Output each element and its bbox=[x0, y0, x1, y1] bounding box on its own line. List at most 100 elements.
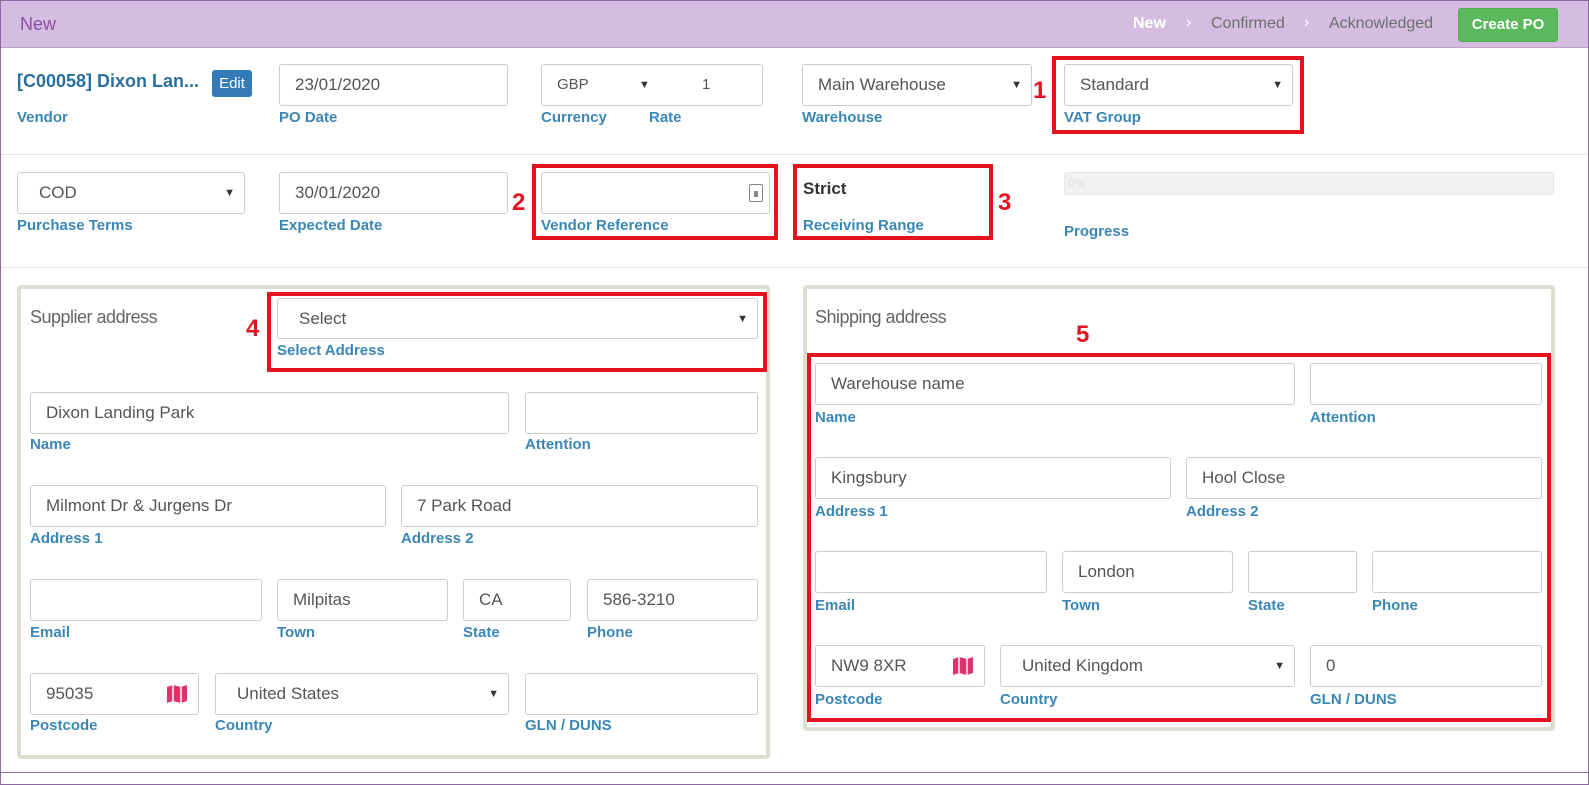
purchase-terms-select[interactable]: COD ▼ bbox=[17, 172, 245, 214]
warehouse-label: Warehouse bbox=[802, 109, 883, 126]
currency-rate-group: GBP ▼ 1 bbox=[541, 64, 763, 106]
annotation-number-4: 4 bbox=[246, 315, 260, 342]
annotation-number-5: 5 bbox=[1076, 321, 1090, 348]
progress-label: Progress bbox=[1064, 223, 1130, 240]
shipping-country-select[interactable]: United Kingdom ▼ bbox=[1000, 645, 1295, 687]
shipping-postcode-value: NW9 8XR bbox=[831, 656, 907, 675]
annotation-number-2: 2 bbox=[512, 189, 526, 216]
supplier-state-value: CA bbox=[479, 590, 503, 609]
supplier-name-input[interactable]: Dixon Landing Park bbox=[30, 392, 509, 434]
purchase-terms-label: Purchase Terms bbox=[17, 217, 133, 234]
progress-bar: 0% bbox=[1064, 172, 1554, 195]
bottom-border bbox=[1, 772, 1588, 773]
supplier-address1-value: Milmont Dr & Jurgens Dr bbox=[46, 496, 233, 515]
shipping-name-label: Name bbox=[815, 409, 856, 426]
shipping-address1-value: Kingsbury bbox=[831, 468, 907, 487]
supplier-town-value: Milpitas bbox=[293, 590, 351, 609]
supplier-country-value: United States bbox=[237, 684, 340, 703]
currency-label: Currency bbox=[541, 109, 607, 126]
caret-down-icon: ▼ bbox=[224, 187, 235, 199]
po-date-value: 23/01/2020 bbox=[295, 75, 381, 94]
shipping-phone-input[interactable] bbox=[1372, 551, 1542, 593]
shipping-postcode-input[interactable]: NW9 8XR bbox=[815, 645, 985, 687]
supplier-attention-input[interactable] bbox=[525, 392, 758, 434]
supplier-country-select[interactable]: United States ▼ bbox=[215, 673, 509, 715]
top-bar: New New › Confirmed › Acknowledged Creat… bbox=[1, 1, 1588, 48]
supplier-attention-label: Attention bbox=[525, 436, 591, 453]
expected-date-input[interactable]: 30/01/2020 bbox=[279, 172, 508, 214]
shipping-address2-input[interactable]: Hool Close bbox=[1186, 457, 1542, 499]
annotation-box-4 bbox=[267, 292, 767, 372]
shipping-email-input[interactable] bbox=[815, 551, 1047, 593]
shipping-address2-label: Address 2 bbox=[1186, 503, 1259, 520]
supplier-town-label: Town bbox=[277, 624, 316, 641]
shipping-address1-input[interactable]: Kingsbury bbox=[815, 457, 1171, 499]
purchase-terms-value: COD bbox=[39, 183, 77, 202]
supplier-email-input[interactable] bbox=[30, 579, 262, 621]
shipping-name-input[interactable]: Warehouse name bbox=[815, 363, 1295, 405]
row-divider bbox=[1, 267, 1588, 268]
shipping-address2-value: Hool Close bbox=[1202, 468, 1286, 487]
map-icon[interactable] bbox=[952, 656, 974, 676]
supplier-town-input[interactable]: Milpitas bbox=[277, 579, 448, 621]
caret-down-icon[interactable]: ▼ bbox=[639, 65, 650, 105]
step-new: New bbox=[1133, 15, 1166, 32]
supplier-country-label: Country bbox=[215, 717, 273, 734]
supplier-phone-input[interactable]: 586-3210 bbox=[587, 579, 758, 621]
shipping-postcode-label: Postcode bbox=[815, 691, 883, 708]
shipping-attention-input[interactable] bbox=[1310, 363, 1542, 405]
supplier-name-value: Dixon Landing Park bbox=[46, 403, 195, 422]
supplier-state-label: State bbox=[463, 624, 500, 641]
vendor-label: Vendor bbox=[17, 109, 68, 126]
shipping-state-input[interactable] bbox=[1248, 551, 1357, 593]
chevron-right-icon: › bbox=[1186, 14, 1192, 31]
caret-down-icon: ▼ bbox=[488, 688, 499, 700]
shipping-gln-value: 0 bbox=[1326, 656, 1336, 675]
annotation-number-1: 1 bbox=[1033, 77, 1047, 104]
chevron-right-icon: › bbox=[1304, 14, 1310, 31]
po-status-title: New bbox=[20, 14, 57, 34]
shipping-phone-label: Phone bbox=[1372, 597, 1418, 614]
supplier-address1-input[interactable]: Milmont Dr & Jurgens Dr bbox=[30, 485, 386, 527]
warehouse-value: Main Warehouse bbox=[818, 75, 946, 94]
supplier-address2-label: Address 2 bbox=[401, 530, 474, 547]
shipping-address1-label: Address 1 bbox=[815, 503, 888, 520]
row-divider bbox=[1, 154, 1588, 155]
caret-down-icon: ▼ bbox=[1274, 660, 1285, 672]
shipping-name-value: Warehouse name bbox=[831, 374, 965, 393]
po-date-input[interactable]: 23/01/2020 bbox=[279, 64, 508, 106]
expected-date-value: 30/01/2020 bbox=[295, 183, 381, 202]
shipping-country-label: Country bbox=[1000, 691, 1058, 708]
step-acknowledged[interactable]: Acknowledged bbox=[1329, 15, 1433, 33]
supplier-gln-input[interactable] bbox=[525, 673, 758, 715]
supplier-state-input[interactable]: CA bbox=[463, 579, 571, 621]
annotation-number-3: 3 bbox=[998, 189, 1012, 216]
shipping-town-input[interactable]: London bbox=[1062, 551, 1233, 593]
currency-value[interactable]: GBP bbox=[557, 76, 589, 93]
step-confirmed[interactable]: Confirmed bbox=[1211, 15, 1285, 33]
supplier-address-title: Supplier address bbox=[30, 307, 158, 327]
shipping-address-title: Shipping address bbox=[815, 307, 947, 327]
progress-value: 0% bbox=[1068, 176, 1086, 190]
rate-value[interactable]: 1 bbox=[702, 65, 710, 105]
supplier-postcode-value: 95035 bbox=[46, 684, 94, 703]
supplier-address2-input[interactable]: 7 Park Road bbox=[401, 485, 758, 527]
shipping-country-value: United Kingdom bbox=[1022, 656, 1143, 675]
create-po-button[interactable]: Create PO bbox=[1458, 8, 1558, 42]
supplier-postcode-input[interactable]: 95035 bbox=[30, 673, 199, 715]
shipping-state-label: State bbox=[1248, 597, 1285, 614]
supplier-postcode-label: Postcode bbox=[30, 717, 98, 734]
rate-label: Rate bbox=[649, 109, 682, 126]
supplier-phone-value: 586-3210 bbox=[603, 590, 675, 609]
shipping-town-label: Town bbox=[1062, 597, 1101, 614]
supplier-phone-label: Phone bbox=[587, 624, 633, 641]
warehouse-select[interactable]: Main Warehouse ▼ bbox=[802, 64, 1032, 106]
supplier-address2-value: 7 Park Road bbox=[417, 496, 512, 515]
shipping-gln-label: GLN / DUNS bbox=[1310, 691, 1397, 708]
shipping-email-label: Email bbox=[815, 597, 856, 614]
edit-vendor-button[interactable]: Edit bbox=[212, 70, 252, 97]
map-icon[interactable] bbox=[166, 684, 188, 704]
caret-down-icon: ▼ bbox=[1011, 79, 1022, 91]
vendor-link[interactable]: [C00058] Dixon Lan... bbox=[17, 71, 199, 92]
shipping-gln-input[interactable]: 0 bbox=[1310, 645, 1542, 687]
